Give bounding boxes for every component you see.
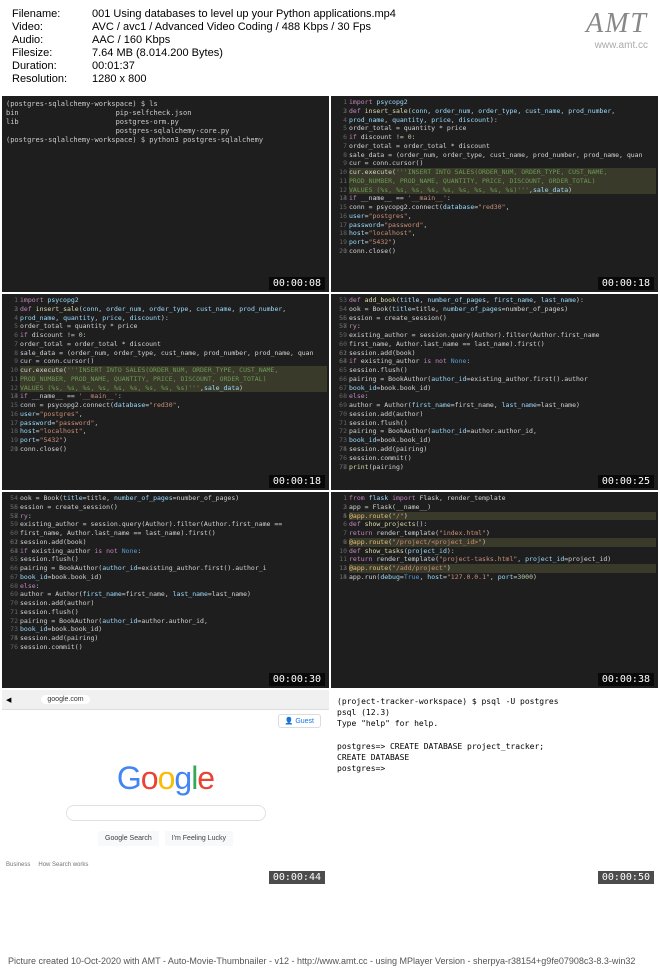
timestamp: 00:00:08 <box>269 277 325 290</box>
timestamp: 00:00:38 <box>598 673 654 686</box>
thumbnail-7: ◀ google.com 👤 Guest Google Google Searc… <box>2 690 329 886</box>
timestamp: 00:00:30 <box>269 673 325 686</box>
back-icon[interactable]: ◀ <box>6 696 11 704</box>
audio-label: Audio: <box>12 34 92 46</box>
logo-url: www.amt.cc <box>586 40 648 51</box>
thumbnail-grid: (postgres-sqlalchemy-workspace) $ ls bin… <box>0 94 660 888</box>
code-editor: 1import psycopg2 2 3def insert_sale(conn… <box>2 294 329 456</box>
amt-logo: AMT www.amt.cc <box>586 8 648 51</box>
video-label: Video: <box>12 21 92 33</box>
code-editor: 54ook = Book(title=title, number_of_page… <box>2 492 329 654</box>
resolution-label: Resolution: <box>12 73 92 85</box>
filesize-value: 7.64 MB (8.014.200 Bytes) <box>92 47 648 59</box>
resolution-value: 1280 x 800 <box>92 73 648 85</box>
video-value: AVC / avc1 / Advanced Video Coding / 488… <box>92 21 648 33</box>
timestamp: 00:00:18 <box>598 277 654 290</box>
timestamp: 00:00:44 <box>269 871 325 884</box>
audio-value: AAC / 160 Kbps <box>92 34 648 46</box>
footer-link[interactable]: How Search works <box>38 862 88 868</box>
timestamp: 00:00:25 <box>598 475 654 488</box>
terminal-output: (project-tracker-workspace) $ psql -U po… <box>331 690 658 780</box>
page-footer: Picture created 10-Oct-2020 with AMT - A… <box>0 952 660 970</box>
address-bar[interactable]: google.com <box>41 695 89 704</box>
thumbnail-3: 1import psycopg2 2 3def insert_sale(conn… <box>2 294 329 490</box>
thumbnail-1: (postgres-sqlalchemy-workspace) $ ls bin… <box>2 96 329 292</box>
metadata-header: Filename:001 Using databases to level up… <box>0 0 660 94</box>
thumbnail-5: 54ook = Book(title=title, number_of_page… <box>2 492 329 688</box>
code-editor: 1import psycopg2 2 3def insert_sale(conn… <box>331 96 658 258</box>
duration-label: Duration: <box>12 60 92 72</box>
user-icon: 👤 <box>285 718 294 725</box>
thumbnail-8: (project-tracker-workspace) $ psql -U po… <box>331 690 658 886</box>
duration-value: 00:01:37 <box>92 60 648 72</box>
google-homepage: Google Google Search I'm Feeling Lucky <box>2 710 329 886</box>
lucky-button[interactable]: I'm Feeling Lucky <box>165 831 233 846</box>
code-editor: 1from flask import Flask, render_templat… <box>331 492 658 584</box>
thumbnail-2: 1import psycopg2 2 3def insert_sale(conn… <box>331 96 658 292</box>
thumbnail-4: 53def add_book(title, number_of_pages, f… <box>331 294 658 490</box>
thumbnail-6: 1from flask import Flask, render_templat… <box>331 492 658 688</box>
guest-button[interactable]: 👤 Guest <box>278 714 321 728</box>
footer-link[interactable]: Business <box>6 862 30 868</box>
filename-value: 001 Using databases to level up your Pyt… <box>92 8 648 20</box>
terminal-output: (postgres-sqlalchemy-workspace) $ ls bin… <box>2 96 329 149</box>
google-logo: Google <box>117 760 214 797</box>
logo-text: AMT <box>586 8 648 40</box>
code-editor: 53def add_book(title, number_of_pages, f… <box>331 294 658 473</box>
filesize-label: Filesize: <box>12 47 92 59</box>
filename-label: Filename: <box>12 8 92 20</box>
search-input[interactable] <box>66 805 266 821</box>
timestamp: 00:00:50 <box>598 871 654 884</box>
timestamp: 00:00:18 <box>269 475 325 488</box>
browser-toolbar: ◀ google.com <box>2 690 329 710</box>
google-search-button[interactable]: Google Search <box>98 831 159 846</box>
google-footer: Business How Search works <box>6 862 88 868</box>
